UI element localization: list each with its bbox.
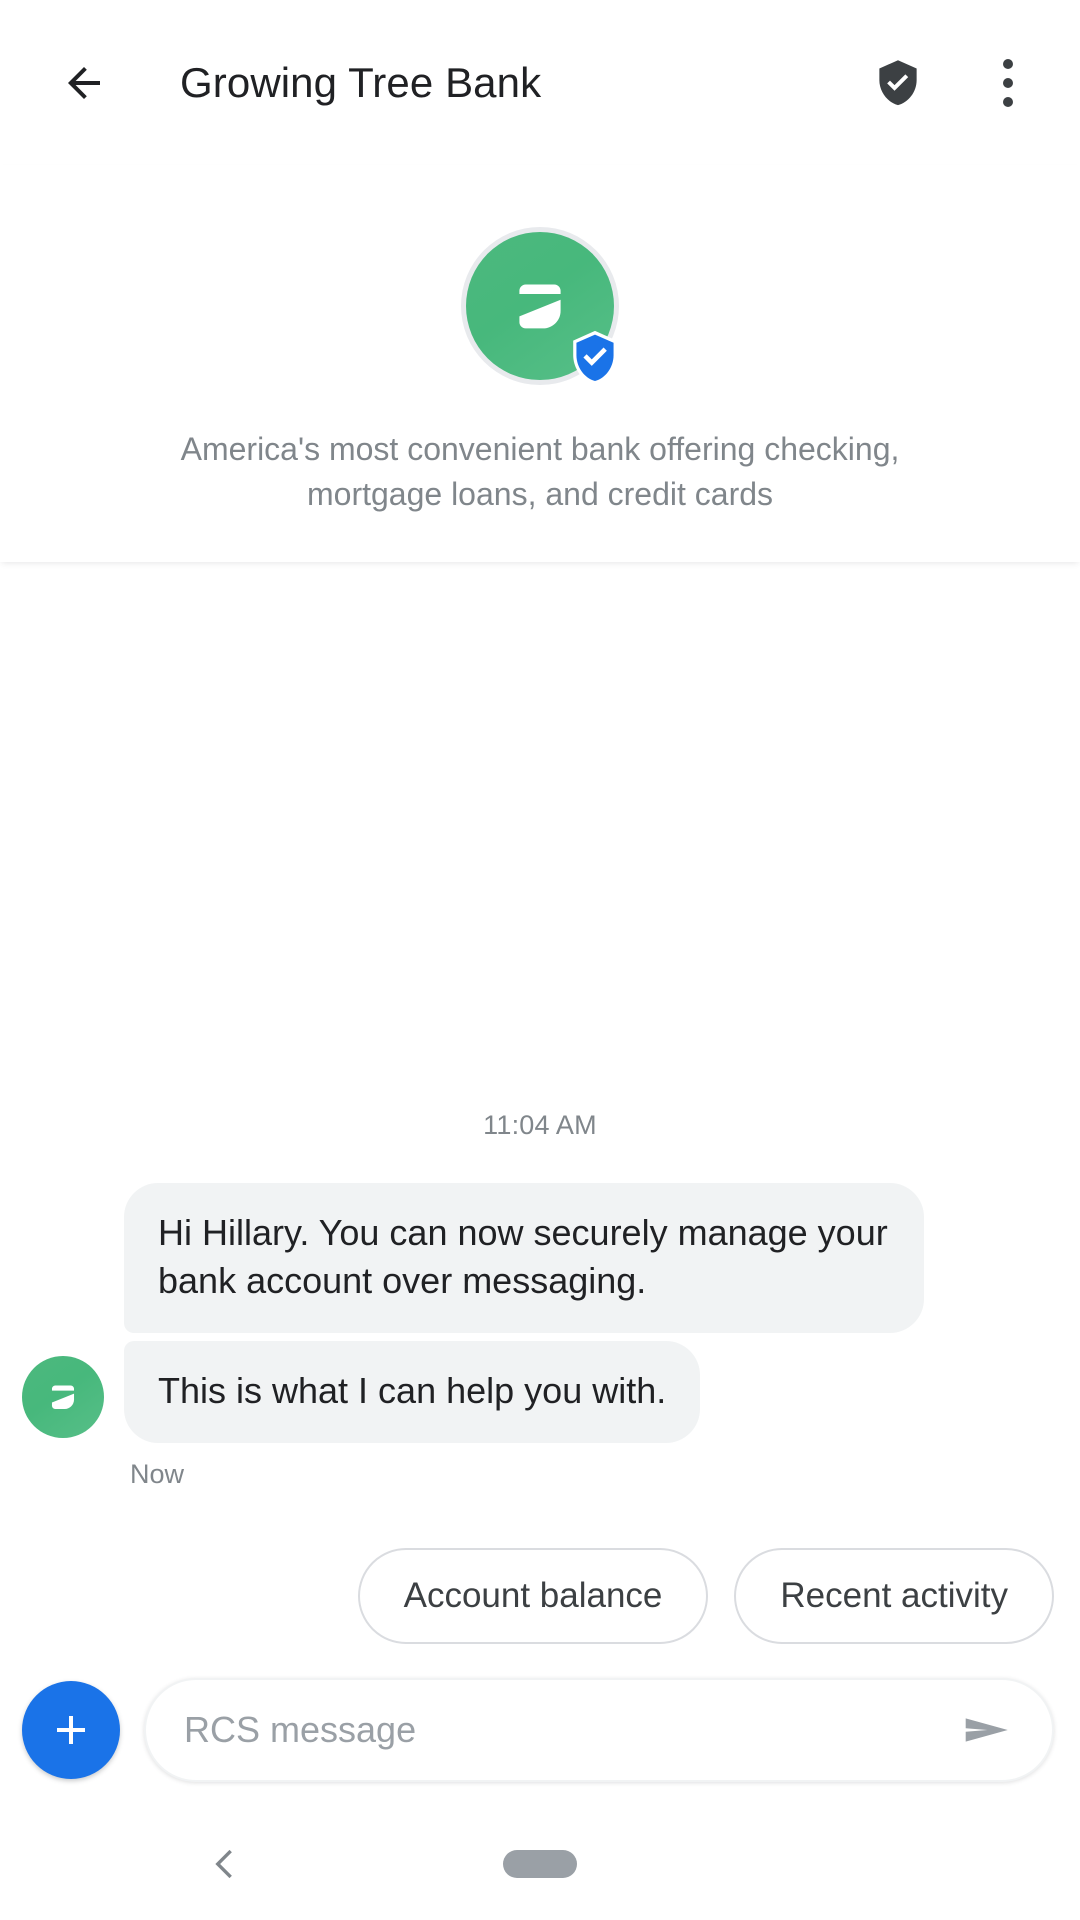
home-pill-icon[interactable] <box>503 1850 577 1878</box>
attach-button[interactable] <box>22 1681 120 1779</box>
composer-bar <box>0 1644 1080 1808</box>
sender-avatar[interactable] <box>22 1356 104 1438</box>
shield-check-badge-icon <box>573 330 617 385</box>
bot-header: America's most convenient bank offering … <box>0 165 1080 562</box>
back-button[interactable] <box>48 47 120 119</box>
bot-description: America's most convenient bank offering … <box>180 431 900 513</box>
system-back-button[interactable] <box>196 1834 256 1894</box>
chip-account-balance[interactable]: Account balance <box>357 1548 709 1644</box>
chevron-left-icon <box>215 1849 232 1879</box>
conversation-timestamp: 11:04 AM <box>483 1110 597 1141</box>
app-bar-actions <box>866 51 1040 115</box>
message-bubble[interactable]: Hi Hillary. You can now securely manage … <box>124 1183 924 1334</box>
leaf-logo-icon <box>51 1385 75 1409</box>
overflow-menu-button[interactable] <box>976 51 1040 115</box>
page-title: Growing Tree Bank <box>180 58 542 106</box>
plus-icon <box>57 1716 85 1744</box>
app-bar: Growing Tree Bank <box>0 0 1080 165</box>
verified-badge <box>567 329 623 387</box>
message-bubble[interactable]: This is what I can help you with. <box>124 1341 701 1443</box>
more-vert-icon <box>1003 58 1013 107</box>
chat-screen: Growing Tree Bank America's most conveni… <box>0 0 1080 1920</box>
bubble-stack: Hi Hillary. You can now securely manage … <box>124 1183 924 1490</box>
message-timestamp: Now <box>130 1459 185 1489</box>
message-group: Hi Hillary. You can now securely manage … <box>0 1183 1080 1490</box>
message-input-container[interactable] <box>144 1678 1054 1782</box>
arrow-left-icon <box>68 66 100 99</box>
suggestion-chips: Account balance Recent activity <box>0 1490 1080 1644</box>
send-button[interactable] <box>950 1694 1022 1766</box>
bot-avatar[interactable] <box>461 227 619 385</box>
chip-recent-activity[interactable]: Recent activity <box>734 1548 1054 1644</box>
verified-shield-button[interactable] <box>866 51 930 115</box>
shield-check-icon <box>879 59 917 105</box>
message-thread: 11:04 AM Hi Hillary. You can now securel… <box>0 561 1080 1490</box>
send-icon <box>965 1718 1008 1742</box>
message-input[interactable] <box>184 1709 950 1751</box>
system-navigation-bar <box>0 1808 1080 1920</box>
